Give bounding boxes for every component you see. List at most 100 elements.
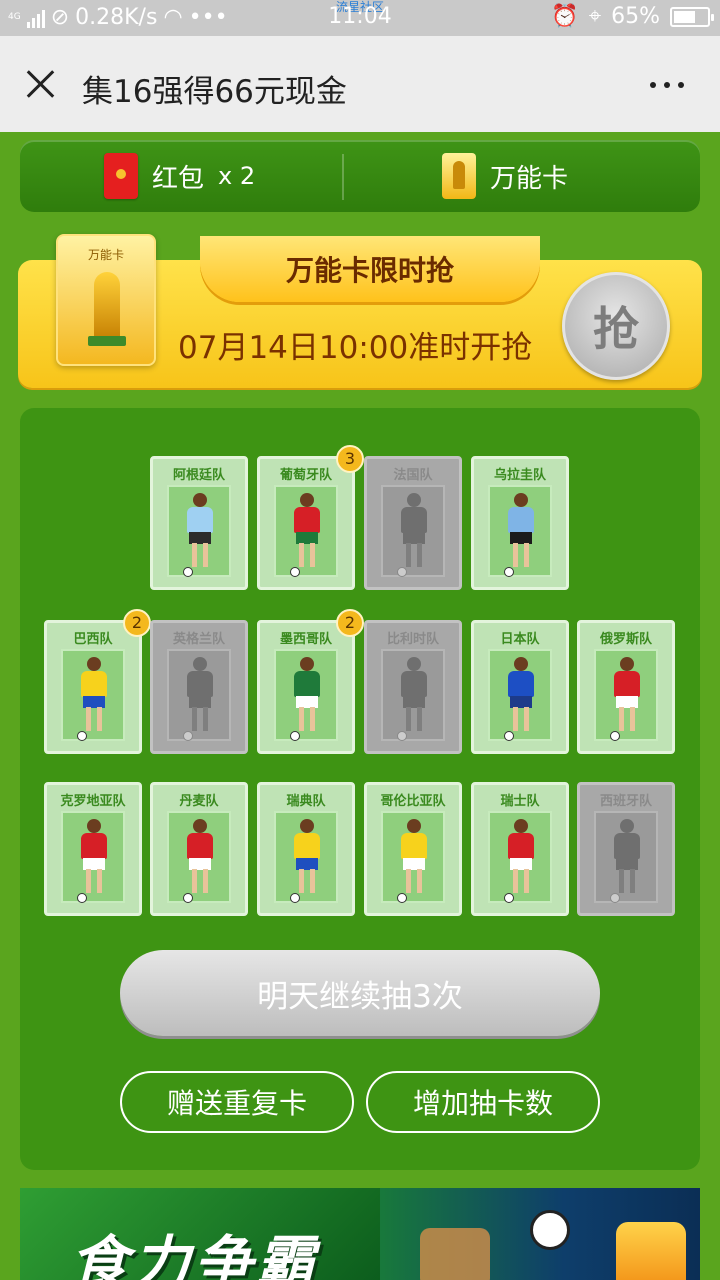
page-title: 集16强得66元现金: [82, 74, 347, 110]
team-card-name: 阿根廷队: [172, 468, 225, 483]
soccer-ball-icon: [290, 731, 300, 741]
team-card-name: 瑞典队: [286, 794, 326, 809]
add-draws-button[interactable]: 增加抽卡数: [366, 1071, 600, 1133]
team-card-name: 俄罗斯队: [599, 632, 652, 647]
draw-button[interactable]: 明天继续抽3次: [120, 950, 600, 1036]
team-card-name: 丹麦队: [179, 794, 219, 809]
team-card-name: 克罗地亚队: [60, 794, 126, 809]
wild-card-big: 万能卡: [56, 234, 156, 366]
grab-button[interactable]: 抢: [562, 272, 670, 380]
soccer-ball-icon: [183, 567, 193, 577]
soccer-ball-icon: [610, 731, 620, 741]
soccer-ball-icon: [504, 567, 514, 577]
player-illustration: [290, 493, 322, 571]
team-card-name: 西班牙队: [599, 794, 652, 809]
team-card[interactable]: 英格兰队: [150, 620, 248, 754]
soccer-ball-icon: [77, 731, 87, 741]
juice-icon: [616, 1222, 686, 1280]
player-illustration: [504, 657, 536, 735]
battery-fill: [674, 10, 695, 23]
player-illustration: [504, 819, 536, 897]
team-card[interactable]: 西班牙队: [577, 782, 675, 916]
alarm-icon: ⏰: [551, 4, 579, 29]
duplicate-count-badge: 2: [336, 609, 364, 637]
soccer-ball-icon: [504, 893, 514, 903]
team-card-name: 比利时队: [386, 632, 439, 647]
wild-card-item[interactable]: 万能卡: [442, 140, 568, 212]
soccer-ball-icon: [77, 893, 87, 903]
player-illustration: [183, 493, 215, 571]
team-card[interactable]: 阿根廷队: [150, 456, 248, 590]
status-right: ⏰ ⌖ 65%: [551, 4, 714, 29]
team-card[interactable]: 丹麦队: [150, 782, 248, 916]
red-packet-icon: [104, 153, 138, 199]
gift-duplicate-button[interactable]: 赠送重复卡: [120, 1071, 354, 1133]
team-card[interactable]: 俄罗斯队: [577, 620, 675, 754]
player-illustration: [183, 819, 215, 897]
location-icon: ⌖: [588, 4, 602, 29]
team-card[interactable]: 比利时队: [364, 620, 462, 754]
nav-bar: 集16强得66元现金: [0, 36, 720, 132]
banner-countdown: 07月14日10:00准时开抢: [178, 330, 533, 366]
team-card-name: 英格兰队: [172, 632, 225, 647]
player-illustration: [610, 657, 642, 735]
banner-title: 万能卡限时抢: [285, 254, 454, 287]
battery-icon: [670, 6, 714, 27]
player-illustration: [397, 493, 429, 571]
player-illustration: [504, 493, 536, 571]
wild-card-big-label: 万能卡: [87, 248, 124, 262]
soccer-ball-icon: [397, 893, 407, 903]
soccer-ball-icon: [397, 567, 407, 577]
soccer-ball-icon: [290, 567, 300, 577]
battery-percent: 65%: [611, 4, 660, 29]
team-card[interactable]: 法国队: [364, 456, 462, 590]
soccer-ball-icon: [530, 1210, 570, 1250]
team-card[interactable]: 克罗地亚队: [44, 782, 142, 916]
player-illustration: [77, 819, 109, 897]
soccer-ball-icon: [504, 731, 514, 741]
team-card[interactable]: 葡萄牙队 3: [257, 445, 364, 590]
player-illustration: [77, 657, 109, 735]
red-packet-label: 红包: [152, 163, 205, 194]
soccer-ball-icon: [290, 893, 300, 903]
team-card-name: 瑞士队: [500, 794, 540, 809]
wild-card-label: 万能卡: [490, 163, 569, 194]
red-packet-count: x 2: [218, 162, 256, 190]
team-card[interactable]: 哥伦比亚队: [364, 782, 462, 916]
status-bar: 4G ⊘ 0.28K/s ◠ ••• 流星社区 11:04 ⏰ ⌖ 65%: [0, 0, 720, 36]
more-icon[interactable]: [650, 82, 684, 88]
team-card[interactable]: 乌拉圭队: [471, 456, 569, 590]
duplicate-count-badge: 3: [336, 445, 364, 473]
team-card-name: 日本队: [500, 632, 540, 647]
ad-slogan: 食力争霸: [70, 1229, 319, 1280]
wild-card-icon: [442, 153, 476, 199]
soccer-ball-icon: [610, 893, 620, 903]
player-illustration: [183, 657, 215, 735]
team-card-name: 哥伦比亚队: [380, 794, 446, 809]
team-card[interactable]: 瑞士队: [471, 782, 569, 916]
soccer-ball-icon: [183, 893, 193, 903]
team-card-name: 法国队: [393, 468, 433, 483]
banner-ribbon: 万能卡限时抢: [200, 236, 540, 302]
player-illustration: [397, 819, 429, 897]
player-illustration: [397, 657, 429, 735]
inventory-bar: 红包 x 2 万能卡: [20, 140, 700, 212]
drink-cup-icon: [420, 1228, 490, 1280]
team-card[interactable]: 日本队: [471, 620, 569, 754]
soccer-ball-icon: [397, 731, 407, 741]
team-card[interactable]: 墨西哥队 2: [257, 609, 364, 754]
inventory-divider: [342, 154, 344, 200]
player-illustration: [610, 819, 642, 897]
team-card[interactable]: 瑞典队: [257, 782, 355, 916]
ad-banner[interactable]: 食力争霸: [20, 1188, 700, 1280]
duplicate-count-badge: 2: [123, 609, 151, 637]
close-icon[interactable]: [20, 64, 60, 104]
player-illustration: [290, 657, 322, 735]
player-illustration: [290, 819, 322, 897]
trophy-icon: [88, 272, 126, 346]
team-card[interactable]: 巴西队 2: [44, 609, 151, 754]
cards-panel: 阿根廷队 葡萄牙队 3 法国队 乌拉圭队巴西队 2 英格兰队 墨西哥队 2 比利时队 日本队 俄罗斯队…: [20, 408, 700, 1170]
red-packet-item[interactable]: 红包 x 2: [104, 140, 255, 212]
soccer-ball-icon: [183, 731, 193, 741]
team-card-name: 乌拉圭队: [493, 468, 546, 483]
